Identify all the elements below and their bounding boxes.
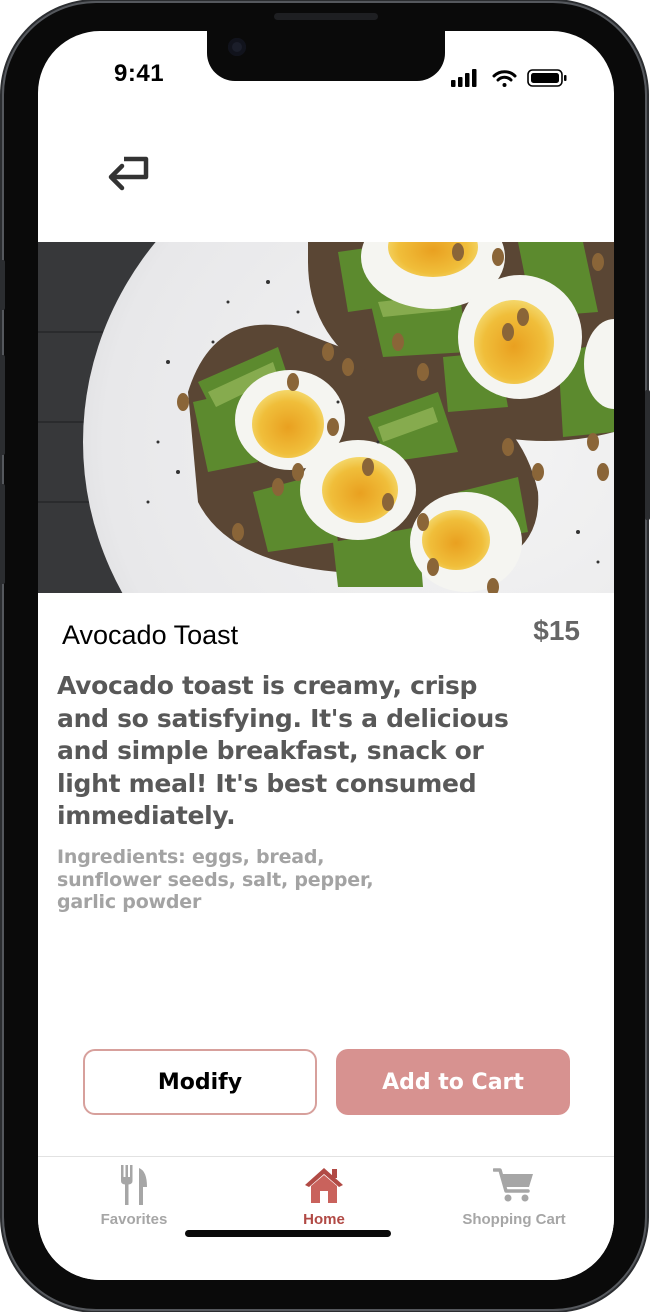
notch — [207, 31, 445, 81]
product-title: Avocado Toast — [62, 620, 239, 650]
volume-down-button — [0, 484, 5, 584]
tab-home[interactable]: Home — [229, 1157, 419, 1237]
tab-shopping-cart[interactable]: Shopping Cart — [419, 1157, 609, 1237]
status-time: 9:41 — [114, 60, 165, 87]
product-image — [38, 242, 614, 593]
volume-up-button — [0, 355, 5, 455]
home-icon — [305, 1168, 343, 1203]
back-button[interactable] — [104, 153, 152, 193]
product-price: $15 — [533, 615, 580, 646]
tab-home-label: Home — [303, 1211, 345, 1228]
camera — [228, 38, 246, 56]
tab-shopping-cart-label: Shopping Cart — [462, 1211, 566, 1228]
cart-icon — [493, 1168, 533, 1202]
wifi-icon — [492, 70, 517, 87]
product-ingredients: Ingredients: eggs, bread, sunflower seed… — [57, 846, 374, 913]
add-to-cart-button[interactable]: Add to Cart — [336, 1049, 570, 1115]
modify-button[interactable]: Modify — [83, 1049, 317, 1115]
fork-knife-icon — [121, 1165, 147, 1205]
power-button — [645, 390, 650, 520]
silent-switch — [0, 260, 5, 310]
signal-icon — [451, 69, 477, 87]
speaker — [274, 13, 378, 20]
home-indicator[interactable] — [185, 1230, 391, 1237]
return-arrow-icon — [108, 156, 149, 191]
status-icons — [451, 67, 569, 94]
tab-bar: Favorites Home Shopping Cart — [38, 1156, 614, 1280]
battery-icon — [527, 69, 567, 87]
product-description: Avocado toast is creamy, crisp and so sa… — [57, 671, 509, 830]
tab-favorites[interactable]: Favorites — [39, 1157, 229, 1237]
tab-favorites-label: Favorites — [100, 1211, 168, 1228]
screen: 9:41 Avocado Toast $15 Avocado toast is … — [38, 31, 614, 1280]
